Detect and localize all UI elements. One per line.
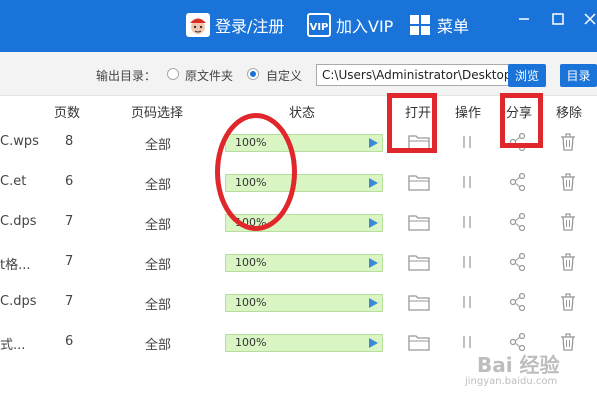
- progress-circle-highlight: [215, 113, 297, 231]
- page-select-dropdown[interactable]: 全部: [145, 334, 171, 353]
- join-vip-button[interactable]: VIP 加入VIP: [307, 12, 393, 38]
- title-bar: 登录/注册 VIP 加入VIP 菜单: [0, 0, 597, 52]
- original-folder-label: 原文件夹: [185, 69, 234, 83]
- page-select-dropdown[interactable]: 全部: [145, 254, 171, 273]
- page-count: 7: [65, 254, 74, 269]
- trash-icon[interactable]: [559, 132, 581, 152]
- watermark-sub-text: jingyan.baidu.com: [465, 376, 558, 387]
- file-name: C.dps: [0, 294, 37, 309]
- table-row: C.dps 7 全部 100%: [0, 202, 597, 242]
- trash-icon[interactable]: [559, 212, 581, 232]
- share-column-highlight: [500, 93, 543, 148]
- output-directory-label: 输出目录：: [96, 69, 157, 83]
- table-row: t格... 7 全部 100%: [0, 242, 597, 282]
- minimize-icon: [517, 11, 531, 30]
- progress-bar: 100%: [225, 254, 383, 272]
- pause-icon[interactable]: [461, 213, 483, 233]
- minimize-button[interactable]: [514, 10, 534, 30]
- trash-icon[interactable]: [559, 172, 581, 192]
- file-name: C.et: [0, 174, 27, 189]
- pause-icon[interactable]: [461, 173, 483, 193]
- output-directory-bar: 输出目录： 原文件夹 自定义 C:\Users\Administrator\De…: [0, 52, 597, 96]
- maximize-icon: [551, 11, 565, 30]
- table-row: C.dps 7 全部 100%: [0, 282, 597, 322]
- page-count: 8: [65, 134, 74, 149]
- vip-badge-text: VIP: [310, 22, 329, 33]
- file-name: 式...: [0, 338, 26, 353]
- folder-icon[interactable]: [408, 213, 430, 233]
- grid-menu-icon: [408, 13, 432, 37]
- table-row: C.et 6 全部 100%: [0, 162, 597, 202]
- share-icon[interactable]: [509, 212, 531, 232]
- custom-folder-label: 自定义: [266, 69, 303, 83]
- page-count: 7: [65, 214, 74, 229]
- page-count: 7: [65, 294, 74, 309]
- progress-text: 100%: [235, 336, 267, 349]
- folder-icon[interactable]: [408, 173, 430, 193]
- baidu-jingyan-watermark: Bai 经验 jingyan.baidu.com: [455, 347, 595, 397]
- header-status: 状态: [289, 106, 316, 121]
- share-icon[interactable]: [509, 252, 531, 272]
- play-icon: [369, 218, 378, 228]
- header-remove: 移除: [556, 106, 583, 121]
- file-name: t格...: [0, 258, 31, 273]
- pause-icon[interactable]: [461, 253, 483, 273]
- page-select-dropdown[interactable]: 全部: [145, 134, 171, 153]
- progress-bar: 100%: [225, 294, 383, 312]
- trash-icon[interactable]: [559, 252, 581, 272]
- avatar-icon: [186, 13, 210, 37]
- page-select-dropdown[interactable]: 全部: [145, 294, 171, 313]
- folder-icon[interactable]: [408, 253, 430, 273]
- maximize-button[interactable]: [548, 10, 568, 30]
- close-button[interactable]: [580, 10, 597, 30]
- open-column-highlight: [387, 93, 437, 153]
- progress-text: 100%: [235, 296, 267, 309]
- pause-icon[interactable]: [461, 133, 483, 153]
- output-path-input[interactable]: C:\Users\Administrator\Desktop: [316, 64, 510, 86]
- trash-icon[interactable]: [559, 292, 581, 312]
- progress-bar: 100%: [225, 334, 383, 352]
- join-vip-label: 加入VIP: [336, 17, 394, 36]
- folder-icon[interactable]: [408, 293, 430, 313]
- login-register-label: 登录/注册: [215, 17, 285, 36]
- page-select-dropdown[interactable]: 全部: [145, 174, 171, 193]
- watermark-main-text: Bai 经验: [477, 353, 560, 377]
- play-icon: [369, 298, 378, 308]
- original-folder-radio[interactable]: [167, 68, 179, 80]
- page-count: 6: [65, 334, 74, 349]
- browse-button[interactable]: 浏览: [508, 64, 546, 87]
- file-name: C.wps: [0, 134, 39, 149]
- page-select-dropdown[interactable]: 全部: [145, 214, 171, 233]
- pause-icon[interactable]: [461, 293, 483, 313]
- header-page-select: 页码选择: [131, 106, 184, 121]
- login-register-button[interactable]: 登录/注册: [186, 12, 284, 38]
- header-pages: 页数: [54, 106, 81, 121]
- play-icon: [369, 138, 378, 148]
- file-name: C.dps: [0, 214, 37, 229]
- folder-icon[interactable]: [408, 333, 430, 353]
- page-count: 6: [65, 174, 74, 189]
- progress-text: 100%: [235, 256, 267, 269]
- share-icon[interactable]: [509, 172, 531, 192]
- play-icon: [369, 258, 378, 268]
- play-icon: [369, 178, 378, 188]
- open-directory-button[interactable]: 目录: [560, 64, 597, 87]
- menu-label: 菜单: [437, 17, 470, 36]
- close-icon: [583, 11, 597, 30]
- vip-icon: VIP: [307, 13, 331, 37]
- play-icon: [369, 338, 378, 348]
- menu-button[interactable]: 菜单: [408, 12, 469, 38]
- share-icon[interactable]: [509, 292, 531, 312]
- header-operate: 操作: [455, 106, 482, 121]
- custom-folder-radio[interactable]: [247, 68, 259, 80]
